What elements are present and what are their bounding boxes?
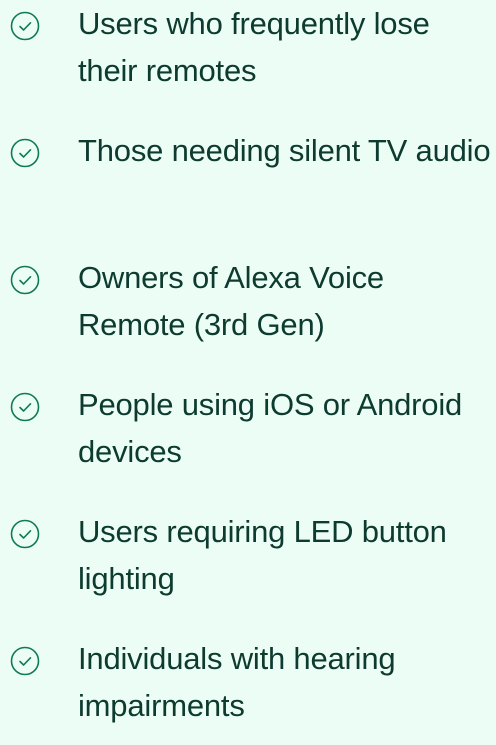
check-circle-icon: [10, 265, 40, 295]
list-item: Users who frequently lose their remotes: [0, 0, 496, 110]
list-item: Users requiring LED button lighting: [0, 508, 496, 618]
check-circle-icon: [10, 138, 40, 168]
list-item-text: Users requiring LED button lighting: [78, 514, 447, 596]
list-item-text: People using iOS or Android devices: [78, 387, 463, 469]
check-circle-icon: [10, 519, 40, 549]
check-circle-icon: [10, 646, 40, 676]
list-item-text: Individuals with hearing impairments: [78, 641, 396, 723]
feature-list: Users who frequently lose their remotes …: [0, 0, 496, 729]
list-item-text: Those needing silent TV audio: [78, 133, 491, 168]
list-item: Owners of Alexa Voice Remote (3rd Gen): [0, 254, 496, 364]
check-circle-icon: [10, 11, 40, 41]
list-item-text: Users who frequently lose their remotes: [78, 6, 430, 88]
list-item: People using iOS or Android devices: [0, 381, 496, 491]
check-circle-icon: [10, 392, 40, 422]
list-item-text: Owners of Alexa Voice Remote (3rd Gen): [78, 260, 384, 342]
list-item: Those needing silent TV audio: [0, 127, 496, 237]
